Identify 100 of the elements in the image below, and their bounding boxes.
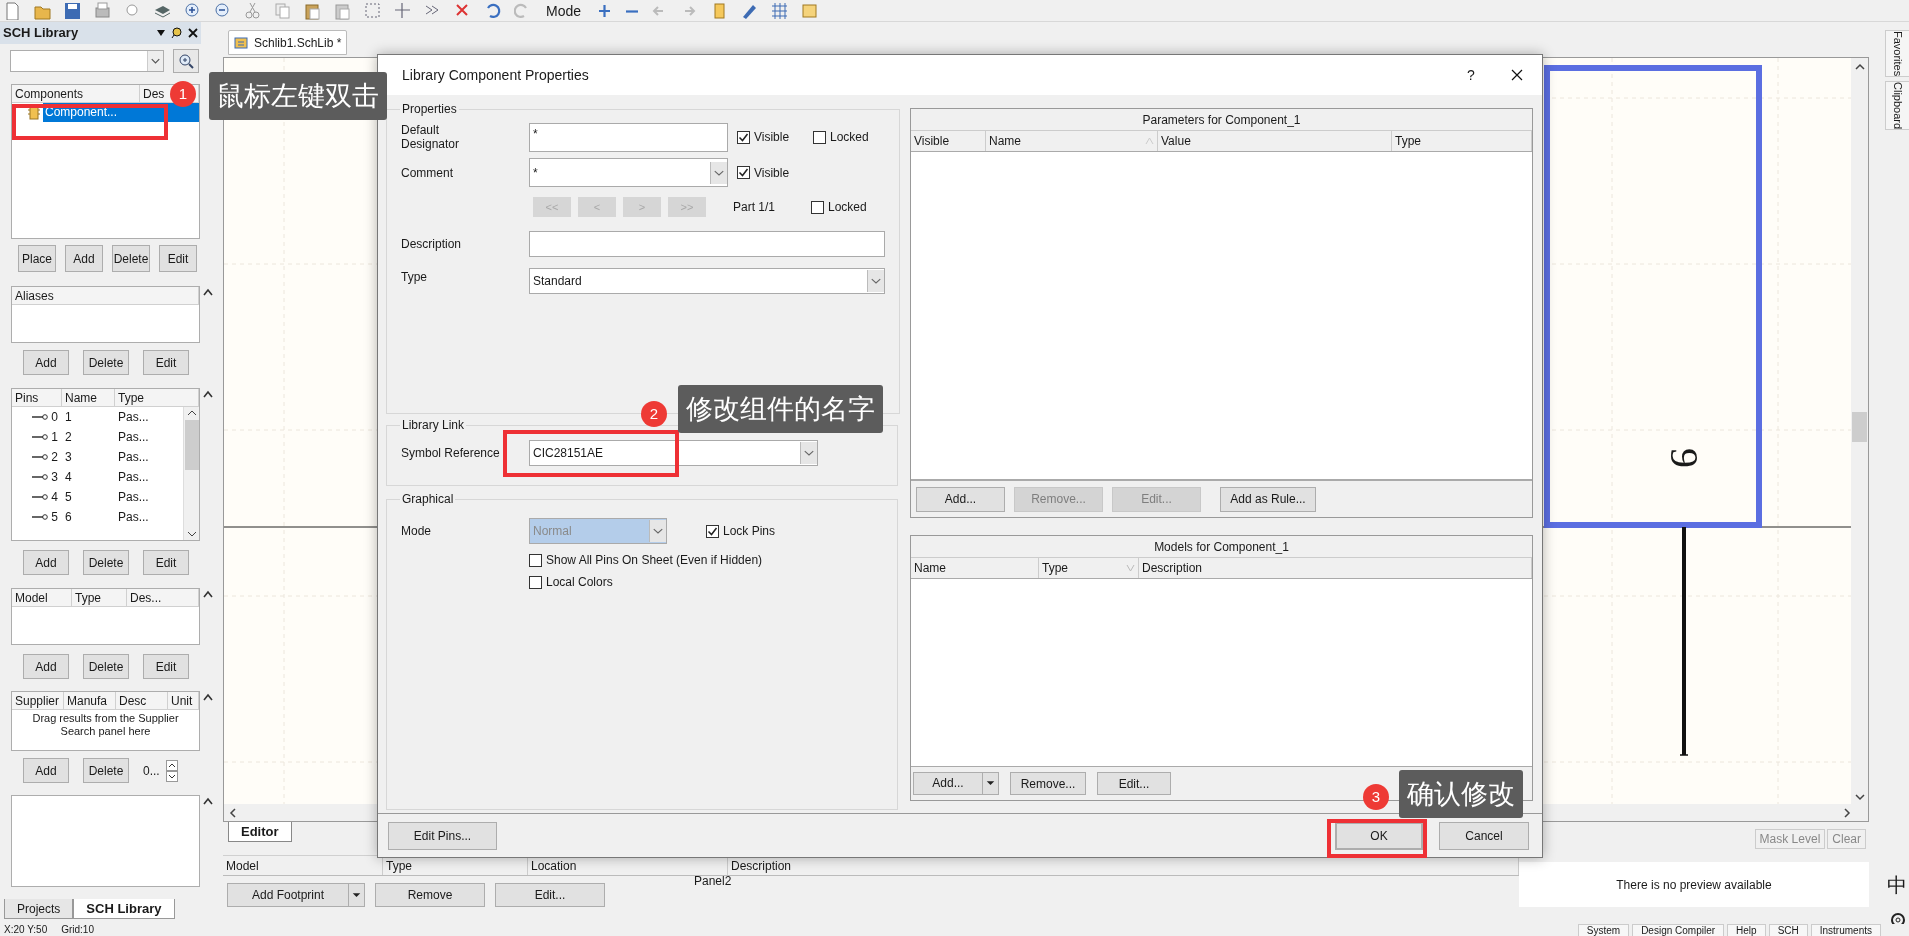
dropdown[interactable]: Standard — [529, 268, 885, 294]
column-header[interactable]: Type — [118, 391, 144, 405]
checkbox-option[interactable]: Visible — [737, 128, 804, 146]
column-header[interactable]: Type — [1039, 558, 1139, 578]
mode-dropdown[interactable]: Mode — [544, 4, 584, 18]
button[interactable]: Delete — [83, 350, 129, 375]
table-cell-text: 3 — [51, 469, 58, 486]
search-combo[interactable] — [10, 50, 164, 72]
checkbox-option[interactable]: Visible — [737, 163, 790, 182]
button[interactable]: Remove — [375, 883, 485, 907]
side-tab[interactable]: Clipboard — [1884, 81, 1909, 131]
checkbox-option[interactable]: Local Colors — [529, 573, 613, 591]
scrollbar[interactable] — [1851, 58, 1868, 806]
button[interactable]: Add — [23, 350, 69, 375]
split-button[interactable]: Add Footprint — [227, 883, 365, 907]
button[interactable]: Edit — [143, 550, 189, 575]
search-button[interactable] — [173, 49, 199, 73]
panel-tab[interactable]: Projects — [4, 899, 74, 919]
document-tab[interactable]: Schlib1.SchLib * — [228, 30, 348, 55]
editor-tab[interactable]: Editor — [228, 822, 292, 842]
status-panel-tab[interactable]: System — [1577, 923, 1630, 936]
dropdown[interactable]: CIC28151AE — [529, 440, 818, 466]
dropdown[interactable]: * — [529, 158, 728, 187]
column-header[interactable]: Components — [15, 87, 84, 101]
button[interactable]: Delete — [83, 758, 129, 783]
column-header[interactable]: Des — [143, 87, 165, 101]
button[interactable]: Add — [23, 654, 69, 679]
button[interactable]: Cancel — [1439, 821, 1529, 850]
report-icon — [801, 2, 819, 20]
text-field[interactable]: * — [529, 122, 728, 152]
column-header[interactable]: Aliases — [15, 289, 54, 303]
button[interactable]: Edit — [143, 654, 189, 679]
move-icon — [394, 2, 411, 20]
split-button[interactable]: Add... — [913, 772, 999, 795]
button[interactable]: OK — [1335, 821, 1423, 850]
column-header[interactable]: Unit — [171, 694, 193, 708]
column-header[interactable]: Value — [1158, 131, 1392, 151]
button[interactable]: Edit... — [495, 883, 605, 907]
status-panel-tab[interactable]: Design Compiler — [1632, 923, 1725, 936]
status-panel-tab[interactable]: SCH — [1768, 923, 1808, 936]
table-cell-text: 5 — [51, 509, 58, 526]
button[interactable]: Delete — [83, 550, 129, 575]
scissors-icon — [244, 2, 261, 20]
checkbox[interactable] — [706, 524, 719, 538]
button[interactable]: Delete — [112, 245, 150, 272]
table-cell-text: 2 — [64, 429, 73, 446]
table-cell-text: 6 — [64, 509, 73, 526]
input-method-indicator[interactable]: 中 — [1887, 874, 1907, 896]
column-header[interactable]: Desc — [119, 694, 147, 708]
column-header[interactable]: Model — [15, 591, 48, 605]
group-label: Library Link — [401, 417, 466, 434]
column-header[interactable]: Pins — [15, 391, 39, 405]
checkbox[interactable] — [811, 200, 824, 214]
checkbox[interactable] — [813, 130, 826, 144]
column-header[interactable]: Name — [986, 131, 1158, 151]
close-icon — [188, 28, 198, 38]
column-header[interactable]: Supplier — [15, 694, 60, 708]
column-header[interactable]: Visible — [911, 131, 986, 151]
column-header[interactable]: Des... — [130, 591, 162, 605]
checkbox-option[interactable]: Locked — [811, 198, 867, 216]
status-panel-tab[interactable]: Help — [1727, 923, 1766, 936]
scrollbar[interactable] — [183, 407, 199, 540]
check-icon — [738, 167, 749, 178]
caret-icon — [710, 161, 727, 184]
help-button[interactable]: ? — [1448, 55, 1494, 95]
callout-label: 确认修改 — [1399, 770, 1523, 818]
group-label: Graphical — [401, 491, 455, 508]
checkbox[interactable] — [737, 166, 750, 179]
checkbox[interactable] — [529, 553, 542, 567]
checkbox[interactable] — [529, 575, 542, 589]
column-header[interactable]: Manufa — [67, 694, 108, 708]
button[interactable]: Place — [18, 245, 56, 272]
printer-icon — [94, 2, 111, 20]
button[interactable]: Add — [65, 245, 103, 272]
button[interactable]: Add — [23, 550, 69, 575]
button[interactable]: Add as Rule... — [1220, 486, 1316, 512]
column-header[interactable]: Type — [1392, 131, 1532, 151]
button[interactable]: Edit Pins... — [388, 821, 497, 850]
button[interactable]: Add — [23, 758, 69, 783]
status-panel-tab[interactable]: Instruments — [1810, 923, 1881, 936]
column-header[interactable]: Name — [911, 558, 1039, 578]
side-tab[interactable]: Favorites — [1884, 30, 1909, 78]
checkbox-option[interactable]: Lock Pins — [706, 522, 776, 540]
panel-tab[interactable]: SCH Library — [73, 899, 175, 919]
button[interactable]: Edit... — [1097, 772, 1171, 795]
column-header[interactable]: Name — [65, 391, 97, 405]
scrollbar-thumb[interactable] — [184, 420, 199, 470]
checkbox-option[interactable]: Locked — [813, 128, 869, 146]
text-field[interactable] — [529, 231, 885, 257]
column-header[interactable]: Description — [1139, 558, 1532, 578]
button[interactable]: Delete — [83, 654, 129, 679]
callout-label: 修改组件的名字 — [678, 385, 883, 433]
button[interactable]: Add... — [916, 486, 1005, 512]
column-header[interactable]: Type — [75, 591, 101, 605]
checkbox[interactable] — [737, 130, 750, 144]
button[interactable]: Remove... — [1010, 772, 1086, 795]
scrollbar-thumb[interactable] — [1852, 412, 1867, 442]
button[interactable]: Edit — [159, 245, 197, 272]
checkbox-option[interactable]: Show All Pins On Sheet (Even if Hidden) — [529, 551, 763, 569]
button[interactable]: Edit — [143, 350, 189, 375]
